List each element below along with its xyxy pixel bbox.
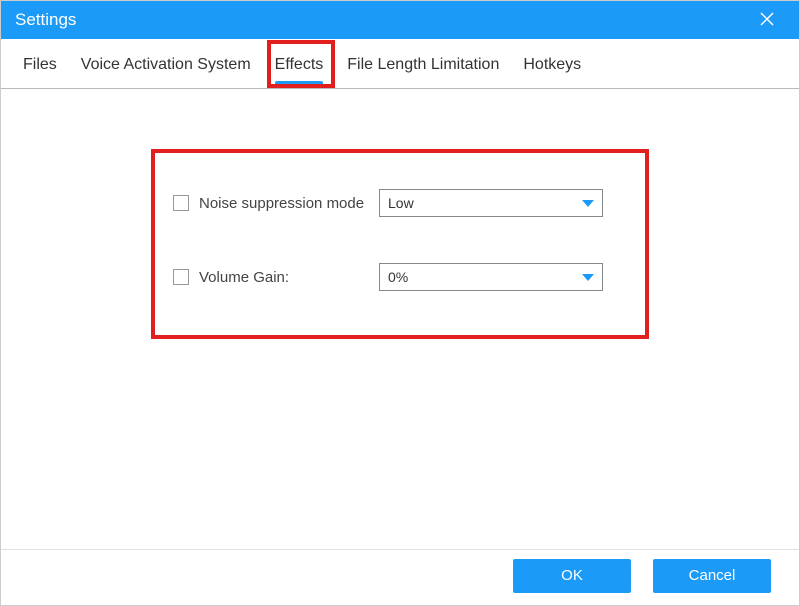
dialog-footer: OK Cancel — [1, 549, 799, 605]
noise-suppression-label: Noise suppression mode — [199, 195, 379, 212]
volume-gain-checkbox[interactable] — [173, 269, 189, 285]
tab-hotkeys[interactable]: Hotkeys — [521, 44, 583, 84]
row-volume-gain: Volume Gain: 0% — [173, 261, 769, 293]
ok-button-label: OK — [561, 567, 583, 584]
tab-content-effects: Noise suppression mode Low Volume Gain: … — [1, 89, 799, 549]
noise-suppression-checkbox[interactable] — [173, 195, 189, 211]
close-icon — [760, 9, 774, 32]
tab-files[interactable]: Files — [21, 44, 59, 84]
noise-suppression-value: Low — [388, 195, 582, 211]
tab-bar: Files Voice Activation System Effects Fi… — [1, 39, 799, 89]
tab-file-length-limitation[interactable]: File Length Limitation — [345, 44, 501, 84]
chevron-down-icon — [582, 195, 594, 211]
row-noise-suppression: Noise suppression mode Low — [173, 187, 769, 219]
volume-gain-label: Volume Gain: — [199, 269, 379, 286]
volume-gain-select[interactable]: 0% — [379, 263, 603, 291]
annotation-highlight-content — [151, 149, 649, 339]
volume-gain-value: 0% — [388, 269, 582, 285]
chevron-down-icon — [582, 269, 594, 285]
cancel-button-label: Cancel — [689, 567, 736, 584]
settings-window: Settings Files Voice Activation System E… — [0, 0, 800, 606]
ok-button[interactable]: OK — [513, 559, 631, 593]
window-title: Settings — [15, 10, 749, 30]
cancel-button[interactable]: Cancel — [653, 559, 771, 593]
tab-effects[interactable]: Effects — [273, 44, 326, 84]
close-button[interactable] — [749, 1, 785, 39]
noise-suppression-select[interactable]: Low — [379, 189, 603, 217]
titlebar: Settings — [1, 1, 799, 39]
tab-voice-activation-system[interactable]: Voice Activation System — [79, 44, 253, 84]
